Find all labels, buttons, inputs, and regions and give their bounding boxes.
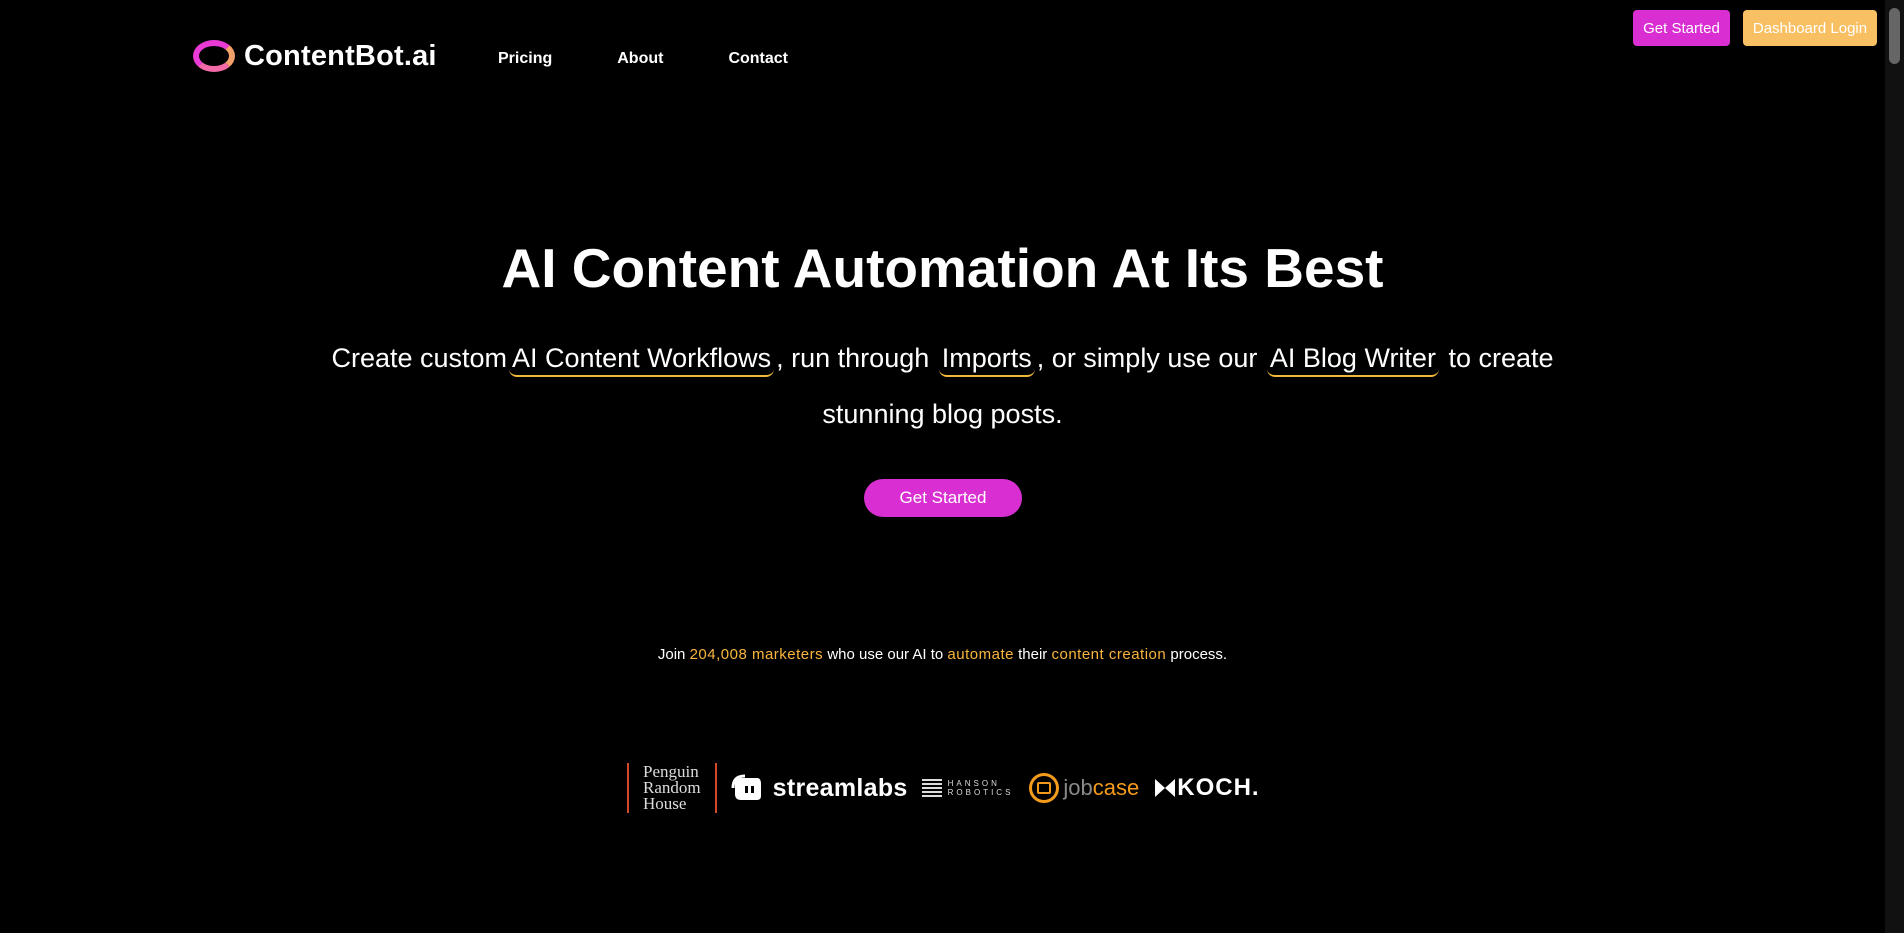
stat-text-2: who use our AI to: [827, 646, 944, 663]
hero-sub-text-3: , or simply use our: [1036, 343, 1258, 373]
main-nav: Pricing About Contact: [498, 50, 853, 68]
nav-pricing[interactable]: Pricing: [498, 50, 552, 68]
koch-text: KOCH.: [1177, 774, 1260, 801]
content-creation-highlight: content creation: [1051, 646, 1167, 663]
hanson-line-1: HANSON: [947, 779, 1000, 788]
client-logos: Penguin Random House streamlabs HANSON R…: [627, 762, 1260, 814]
koch-icon: [1155, 779, 1176, 797]
hanson-line-2: ROBOTICS: [947, 788, 1014, 797]
logo-text: ContentBot.ai: [244, 39, 437, 72]
ai-content-workflows-link[interactable]: AI Content Workflows: [509, 343, 775, 377]
marketers-stat: Join 204,008 marketers who use our AI to…: [0, 646, 1885, 663]
stat-text-4: process.: [1170, 646, 1228, 663]
jobcase-icon: [1029, 773, 1060, 803]
stat-text-1: Join: [657, 646, 686, 663]
dashboard-login-button[interactable]: Dashboard Login: [1743, 10, 1877, 46]
streamlabs-icon: [731, 774, 761, 800]
marketers-count: 204,008 marketers: [689, 646, 824, 663]
stat-text-3: their: [1018, 646, 1048, 663]
imports-link[interactable]: Imports: [938, 343, 1035, 377]
nav-contact[interactable]: Contact: [728, 50, 788, 68]
header-get-started-button[interactable]: Get Started: [1633, 10, 1730, 46]
contentbot-logo[interactable]: ContentBot.ai: [193, 36, 437, 76]
hero-sub-text-1: Create custom: [331, 343, 508, 373]
streamlabs-text: streamlabs: [772, 773, 908, 802]
jobcase-job: job: [1063, 775, 1093, 800]
hanson-robotics-logo: HANSON ROBOTICS: [921, 779, 1014, 797]
hero-sub-text-2: , run through: [776, 343, 930, 373]
penguin-line-3: House: [643, 794, 687, 813]
hero-title: AI Content Automation At Its Best: [501, 237, 1384, 299]
jobcase-case: case: [1092, 775, 1140, 800]
automate-highlight: automate: [947, 646, 1014, 663]
streamlabs-logo: streamlabs: [731, 774, 908, 803]
koch-logo: KOCH.: [1155, 774, 1259, 802]
penguin-random-house-logo: Penguin Random House: [627, 762, 717, 814]
contentbot-logo-icon: [193, 40, 235, 72]
ai-blog-writer-link[interactable]: AI Blog Writer: [1266, 343, 1439, 377]
hero-get-started-button[interactable]: Get Started: [864, 479, 1022, 517]
jobcase-logo: jobcase: [1029, 773, 1139, 803]
vertical-scrollbar[interactable]: [1885, 0, 1904, 933]
hero-subtitle: Create custom AI Content Workflows, run t…: [280, 330, 1605, 442]
site-header: ContentBot.ai Pricing About Contact Get …: [0, 0, 1885, 100]
scrollbar-thumb[interactable]: [1889, 8, 1900, 64]
nav-about[interactable]: About: [617, 50, 663, 68]
